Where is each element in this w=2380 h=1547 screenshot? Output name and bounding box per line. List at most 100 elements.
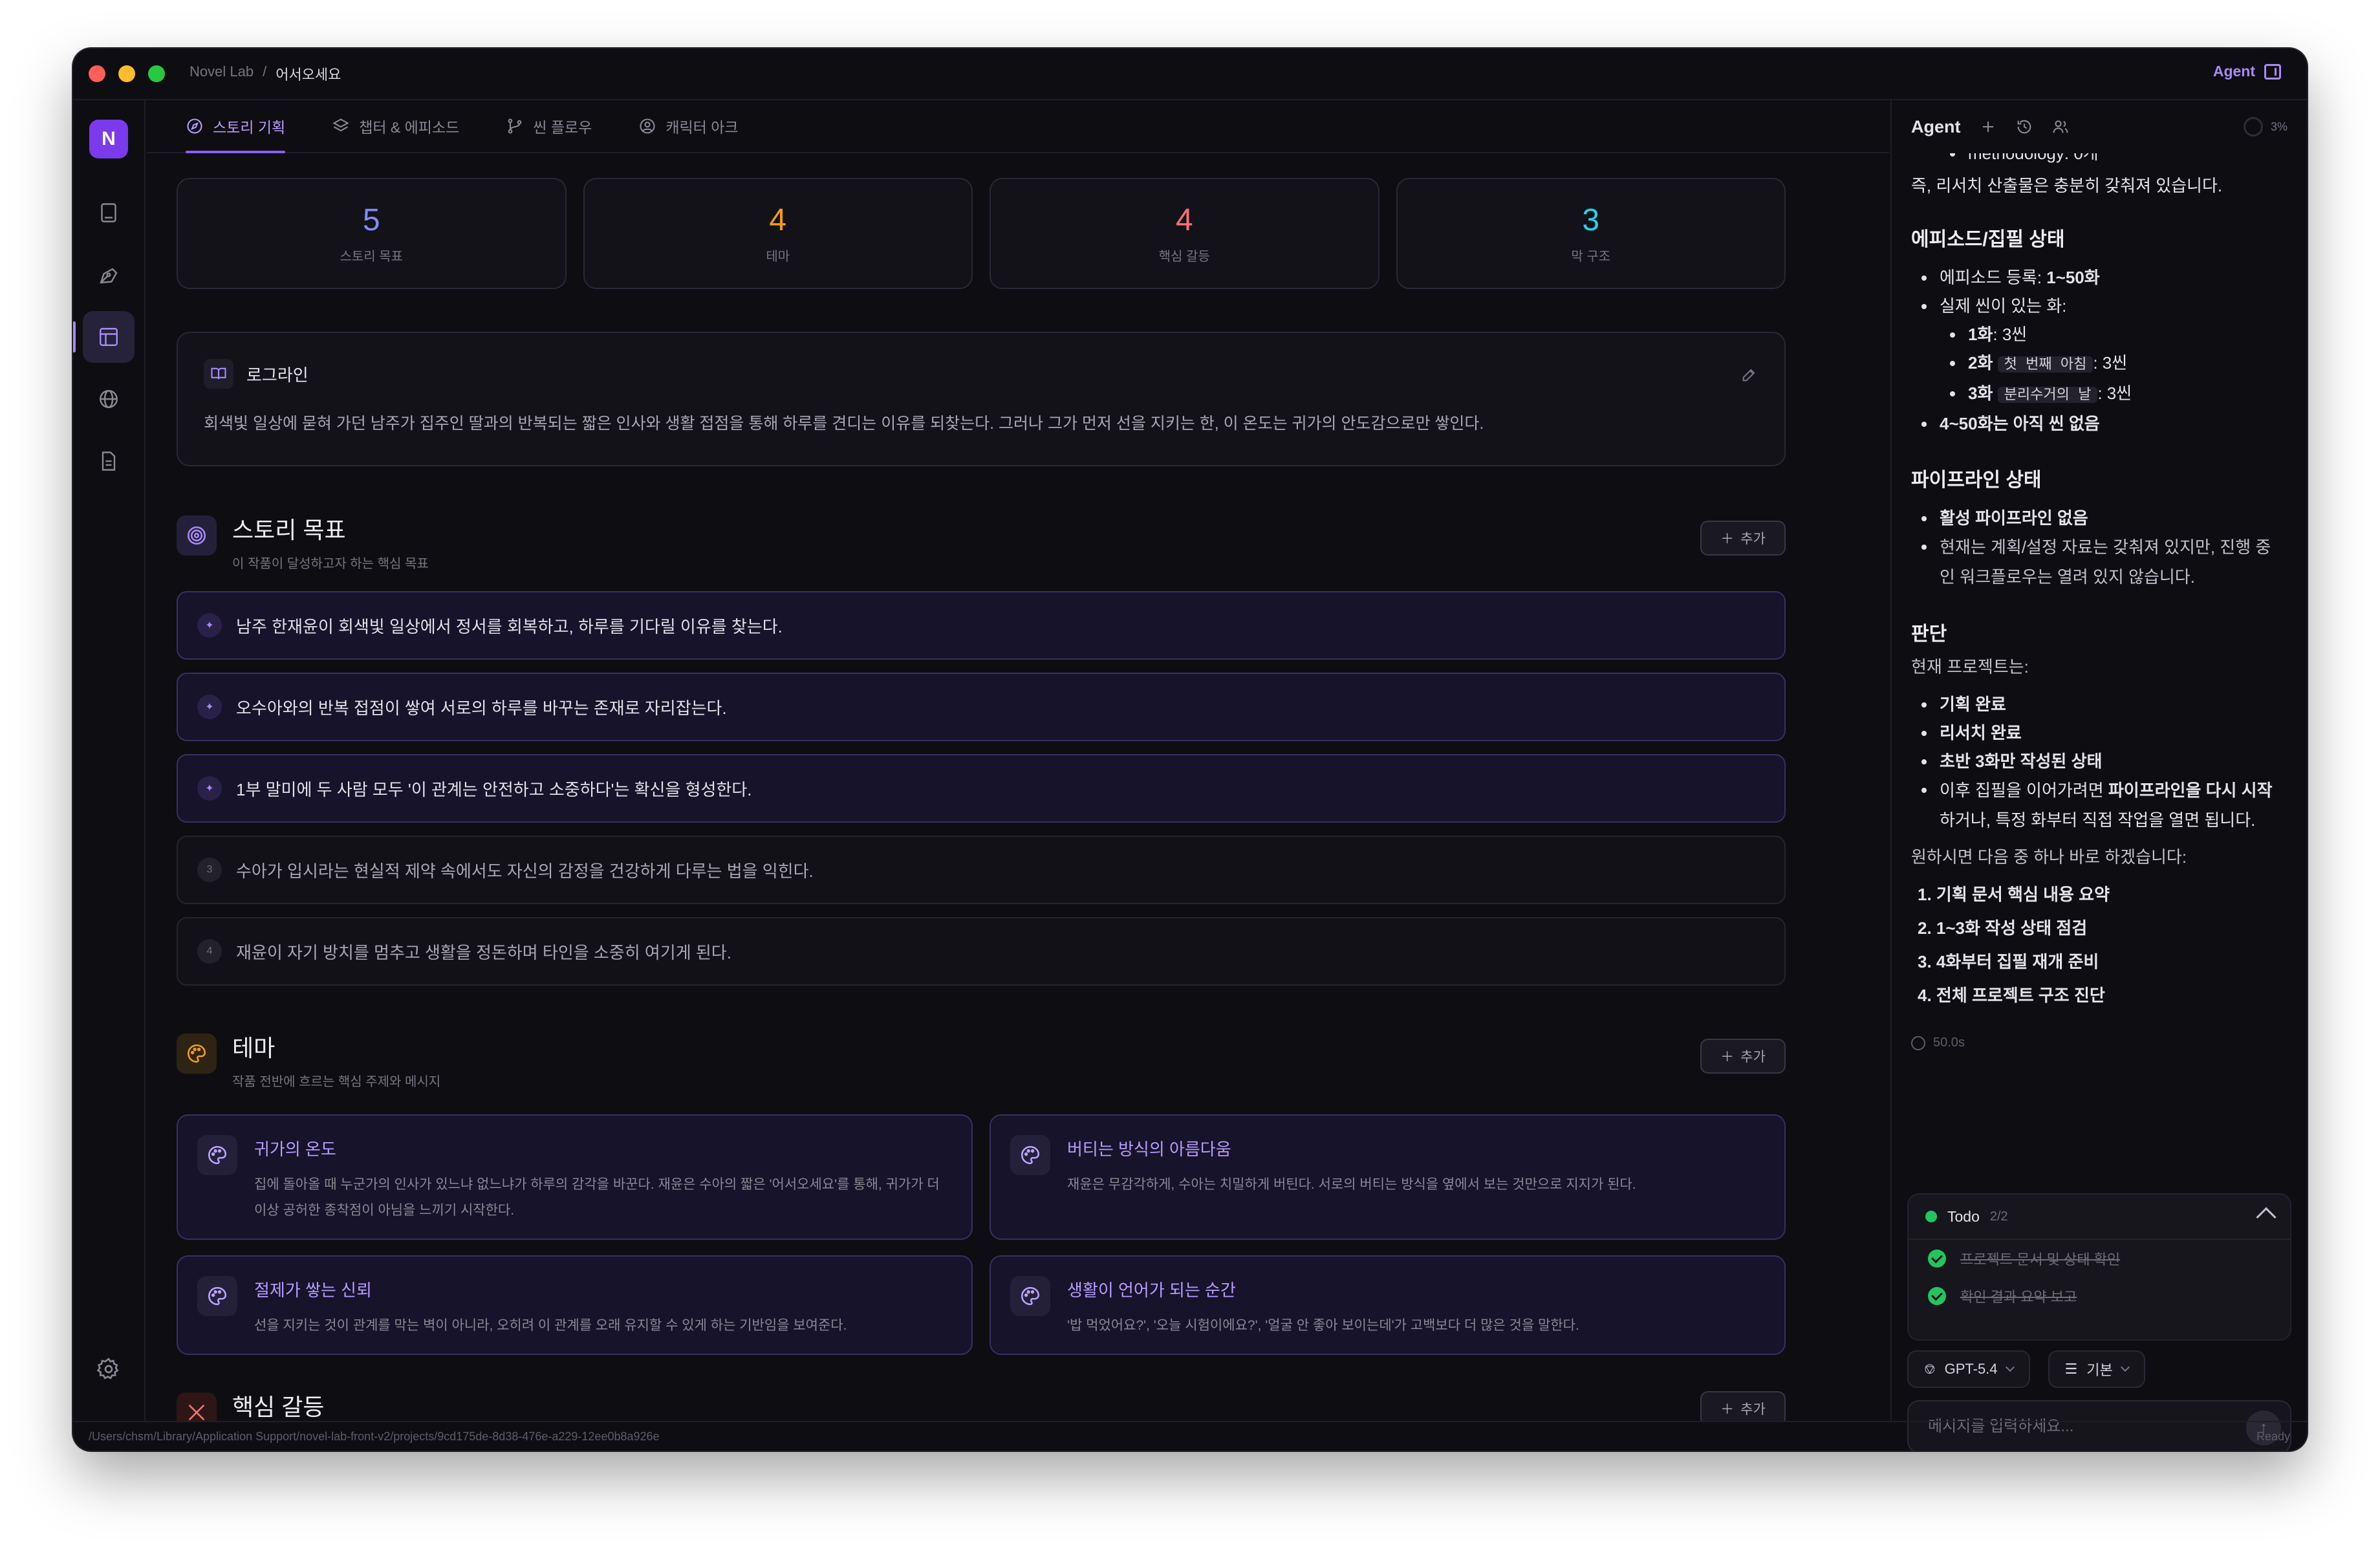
tab-chapters-episodes[interactable]: 챕터 & 에피소드 (332, 100, 459, 152)
agent-options-list: 1. 기획 문서 핵심 내용 요약 2. 1~3화 작성 상태 점검 3. 4화… (1911, 878, 2281, 1012)
breadcrumb-root[interactable]: Novel Lab (189, 63, 254, 84)
app-logo[interactable]: N (89, 120, 128, 158)
theme-card[interactable]: 귀가의 온도 집에 돌아올 때 누군가의 인사가 있느냐 없느냐가 하루의 감각… (177, 1114, 973, 1240)
maximize-window-button[interactable] (148, 65, 165, 82)
goal-text: 재윤이 자기 방치를 멈추고 생활을 정돈하며 타인을 소중히 여기게 된다. (236, 942, 731, 962)
theme-description: 재윤은 무감각하게, 수아는 치밀하게 버틴다. 서로의 버티는 방식을 옆에서… (1067, 1177, 1636, 1192)
inline-code: 첫 번째 아침 (1997, 356, 2093, 373)
compass-icon (187, 118, 202, 134)
theme-title: 절제가 쌓는 신뢰 (254, 1281, 372, 1300)
stats-row: 5 스토리 목표 4 테마 4 핵심 갈등 3 막 구조 (177, 178, 1786, 289)
story-goals-section: 스토리 목표 이 작품이 달성하고자 하는 핵심 목표 ＋ 추가 ✦ 남주 한재… (177, 512, 1786, 986)
goal-item[interactable]: ✦ 1부 말미에 두 사람 모두 '이 관계는 안전하고 소중하다'는 확신을 … (177, 754, 1786, 823)
tab-scene-flow[interactable]: 씬 플로우 (506, 100, 592, 152)
add-theme-button[interactable]: ＋ 추가 (1700, 1039, 1786, 1074)
add-conflict-button[interactable]: ＋ 추가 (1700, 1391, 1786, 1421)
users-icon[interactable] (2051, 118, 2070, 136)
todo-header[interactable]: Todo 2/2 (1909, 1195, 2290, 1240)
layout-icon (100, 328, 118, 346)
option-item: 3. 4화부터 집필 재개 준비 (1918, 952, 2099, 971)
theme-card[interactable]: 버티는 방식의 아름다움 재윤은 무감각하게, 수아는 치밀하게 버틴다. 서로… (990, 1114, 1786, 1240)
section-title: 스토리 목표 (232, 517, 346, 543)
planning-content: 5 스토리 목표 4 테마 4 핵심 갈등 3 막 구조 로그라인 회색빛 일상… (177, 178, 1786, 1421)
stat-card-goals: 5 스토리 목표 (177, 178, 567, 289)
chevron-up-icon[interactable] (2256, 1207, 2277, 1228)
history-icon[interactable] (2015, 118, 2033, 136)
todo-count: 2/2 (1989, 1209, 2008, 1224)
rail-settings-button[interactable] (83, 1343, 135, 1395)
goal-text: 오수아와의 반복 접점이 쌓여 서로의 하루를 바꾸는 존재로 자리잡는다. (236, 698, 727, 718)
rail-planning-button[interactable] (73, 311, 135, 363)
agent-list: 활성 파이프라인 없음 현재는 계획/설정 자료는 갖춰져 있지만, 진행 중인… (1911, 504, 2281, 592)
planning-tabs: 스토리 기획 챕터 & 에피소드 씬 플로우 캐릭터 아크 (147, 100, 1889, 153)
chevron-down-icon (2005, 1362, 2015, 1372)
stat-value: 5 (362, 203, 380, 237)
list-label: 에피소드 등록: (1940, 268, 2047, 287)
palette-icon (197, 1276, 237, 1316)
goal-item[interactable]: ✦ 오수아와의 반복 접점이 쌓여 서로의 하루를 바꾸는 존재로 자리잡는다. (177, 673, 1786, 741)
goal-item[interactable]: ✦ 남주 한재윤이 회색빛 일상에서 정서를 회복하고, 하루를 기다릴 이유를… (177, 591, 1786, 660)
stat-label: 막 구조 (1571, 250, 1611, 264)
palette-icon (177, 1033, 217, 1074)
chevron-down-icon (2120, 1362, 2130, 1372)
agent-paragraph: 원하시면 다음 중 하나 바로 하겠습니다: (1911, 847, 2187, 867)
goal-number-badge: 4 (197, 939, 222, 964)
list-label: 하거나, 특정 화부터 직접 작업을 열면 됩니다. (1940, 810, 2256, 830)
minimize-window-button[interactable] (118, 65, 135, 82)
list-value: 3화 (1968, 384, 1993, 403)
agent-panel-toggle[interactable]: Agent (2213, 63, 2281, 80)
list-item: 리서치 완료 (1911, 719, 2281, 747)
stat-label: 테마 (766, 250, 790, 264)
stat-card-conflicts: 4 핵심 갈등 (990, 178, 1379, 289)
option-item: 1. 기획 문서 핵심 내용 요약 (1918, 885, 2110, 904)
plus-icon: ＋ (1720, 1402, 1735, 1417)
plus-icon[interactable] (1979, 118, 1997, 136)
breadcrumb-separator: / (263, 63, 267, 80)
sliders-icon: ☰ (2064, 1361, 2078, 1377)
agent-toggle-label: Agent (2212, 63, 2255, 80)
list-label: : 3씬 (2093, 353, 2128, 373)
goal-number-badge: 3 (197, 858, 222, 882)
list-value: 2화 (1968, 353, 1993, 373)
check-circle-icon (1928, 1250, 1946, 1268)
edit-pencil-icon[interactable] (1740, 365, 1758, 384)
project-path: /Users/chsm/Library/Application Support/… (89, 1429, 660, 1443)
list-item: 현재는 계획/설정 자료는 갖춰져 있지만, 진행 중인 워크플로우는 열려 있… (1911, 532, 2281, 592)
list-item: 활성 파이프라인 없음 (1911, 504, 2281, 532)
agent-message: methodology: 0개 즉, 리서치 산출물은 충분히 갖춰져 있습니다… (1911, 153, 2281, 1162)
agent-paragraph: 현재 프로젝트는: (1911, 657, 2029, 676)
rail-pen-button[interactable] (83, 249, 135, 301)
agent-title: Agent (1911, 116, 1961, 136)
agent-header: Agent 3% (1892, 100, 2307, 153)
goal-text: 수아가 입시라는 현실적 제약 속에서도 자신의 감정을 건강하게 다루는 법을… (236, 861, 814, 881)
add-goal-button[interactable]: ＋ 추가 (1700, 521, 1786, 556)
section-subtitle: 이 작품이 달성하고자 하는 핵심 목표 (232, 557, 429, 571)
layers-icon (332, 118, 349, 132)
tab-character-arc[interactable]: 캐릭터 아크 (638, 100, 739, 152)
palette-icon (1010, 1135, 1050, 1175)
tab-story-planning[interactable]: 스토리 기획 (186, 100, 286, 153)
mode-select[interactable]: ☰ 기본 (2048, 1350, 2145, 1388)
theme-card[interactable]: 생활이 언어가 되는 순간 '밥 먹었어요?', '오늘 시험이에요?', '얼… (990, 1255, 1786, 1355)
status-bar: /Users/chsm/Library/Application Support/… (73, 1421, 2307, 1451)
breadcrumb-current: 어서오세요 (276, 67, 341, 83)
close-window-button[interactable] (89, 65, 105, 82)
sparkle-icon: ✦ (197, 695, 222, 719)
goal-text: 남주 한재윤이 회색빛 일상에서 정서를 회복하고, 하루를 기다릴 이유를 찾… (236, 616, 783, 636)
theme-card[interactable]: 절제가 쌓는 신뢰 선을 지키는 것이 관계를 막는 벽이 아니라, 오히려 이… (177, 1255, 973, 1355)
rail-book-button[interactable] (83, 187, 135, 239)
stat-label: 스토리 목표 (340, 250, 404, 264)
context-usage: 3% (2243, 117, 2288, 136)
mode-label: 기본 (2086, 1362, 2113, 1378)
rail-world-button[interactable] (83, 373, 135, 425)
todo-title: Todo (1947, 1207, 1980, 1225)
model-controls: ⎊ GPT-5.4 ☰ 기본 (1907, 1350, 2145, 1388)
goal-item[interactable]: 3 수아가 입시라는 현실적 제약 속에서도 자신의 감정을 건강하게 다루는 … (177, 836, 1786, 904)
rail-document-button[interactable] (83, 435, 135, 487)
model-select[interactable]: ⎊ GPT-5.4 (1907, 1350, 2030, 1388)
theme-grid: 귀가의 온도 집에 돌아올 때 누군가의 인사가 있느냐 없느냐가 하루의 감각… (177, 1114, 1786, 1355)
themes-section: 테마 작품 전반에 흐르는 핵심 주제와 메시지 ＋ 추가 귀가의 온도 집에 … (177, 1030, 1786, 1355)
nav-rail: N (73, 100, 146, 1421)
list-value: 4~50화는 아직 씬 없음 (1940, 414, 2100, 433)
goal-item[interactable]: 4 재윤이 자기 방치를 멈추고 생활을 정돈하며 타인을 소중히 여기게 된다… (177, 917, 1786, 986)
